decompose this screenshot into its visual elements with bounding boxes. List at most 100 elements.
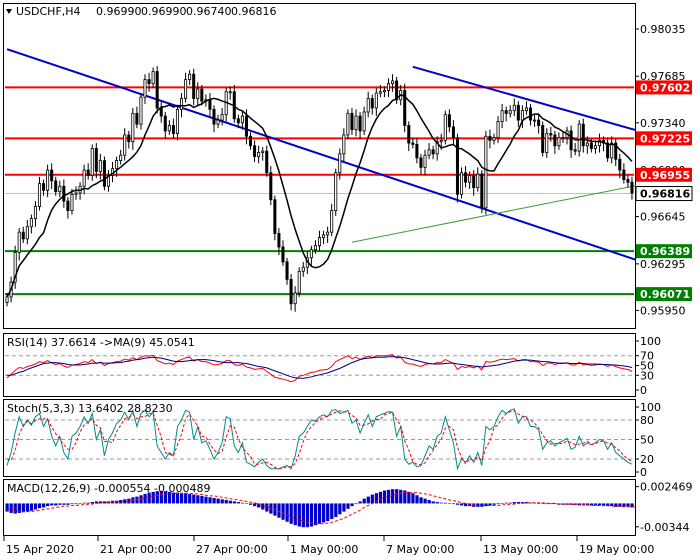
candle-bear — [573, 149, 577, 152]
macd-histogram-bar — [346, 503, 350, 509]
macd-histogram-bar — [281, 503, 285, 520]
macd-histogram-bar — [407, 491, 411, 504]
macd-histogram-bar — [500, 503, 504, 504]
macd-histogram-bar — [192, 494, 196, 504]
candle-bear — [581, 123, 585, 147]
candle-bear — [21, 231, 25, 240]
time-tick-label: 19 May 00:00 — [579, 543, 654, 556]
candle-bear — [208, 99, 212, 110]
macd-histogram-bar — [391, 489, 395, 504]
macd-histogram-bar — [285, 503, 289, 522]
candle-bull — [484, 135, 488, 209]
ohlc-low: 0.96740 — [186, 5, 232, 18]
candle-bear — [62, 185, 66, 202]
candle-bull — [175, 108, 179, 135]
macd-histogram-bar — [29, 503, 34, 511]
candle-bull — [70, 193, 74, 211]
candle-bull — [46, 169, 50, 191]
macd-histogram-bar — [200, 495, 204, 504]
candle-bull — [33, 206, 37, 220]
candle-bear — [472, 175, 476, 188]
candle-bear — [66, 200, 70, 211]
macd-histogram-bar — [415, 495, 419, 504]
candle-bull — [557, 137, 561, 147]
candle-bear — [626, 179, 630, 183]
candle-bear — [370, 98, 374, 109]
macd-histogram-bar — [33, 503, 38, 510]
macd-histogram-bar — [78, 503, 82, 504]
candle-bear — [127, 134, 131, 143]
candle-bear — [200, 88, 204, 102]
candle-bull — [17, 231, 21, 253]
macd-histogram-bar — [244, 503, 249, 504]
macd-histogram-bar — [139, 495, 143, 504]
macd-tick-label: -0.00344 — [640, 521, 689, 534]
price-panel[interactable] — [3, 3, 636, 329]
candle-bull — [500, 110, 504, 122]
trading-chart-window[interactable]: 0.980350.976850.973400.969900.966450.962… — [0, 0, 700, 560]
candle-bull — [240, 115, 244, 124]
candle-bear — [618, 158, 622, 171]
macd-histogram-bar — [70, 503, 74, 505]
candle-bear — [163, 115, 167, 132]
stoch-tick-label: 20 — [640, 453, 654, 466]
macd-histogram-bar — [236, 502, 241, 504]
candle-bear — [277, 233, 281, 248]
candle-bull — [577, 123, 581, 152]
current-price-label: 0.96816 — [640, 188, 690, 201]
macd-histogram-bar — [66, 503, 70, 505]
macd-histogram-bar — [212, 497, 216, 504]
candle-bear — [480, 173, 484, 209]
macd-histogram-bar — [439, 502, 443, 504]
stoch-tick-label: 100 — [640, 401, 661, 414]
macd-histogram-bar — [313, 503, 318, 526]
candle-bull — [188, 73, 192, 80]
candle-bear — [549, 133, 553, 136]
macd-histogram-bar — [419, 497, 423, 504]
macd-histogram-bar — [338, 503, 342, 515]
candle-bull — [139, 96, 143, 125]
candle-bull — [297, 270, 301, 294]
macd-histogram-bar — [248, 503, 253, 505]
level-price-label: 0.97225 — [640, 132, 690, 145]
macd-histogram-bar — [228, 500, 232, 504]
macd-histogram-bar — [188, 493, 192, 504]
candle-bear — [541, 125, 545, 153]
macd-histogram-bar — [5, 503, 9, 512]
macd-histogram-bar — [293, 503, 297, 526]
level-price-label: 0.96071 — [640, 288, 690, 301]
macd-histogram-bar — [253, 503, 257, 507]
candle-bear — [273, 199, 277, 234]
candle-bull — [545, 133, 549, 153]
candle-bull — [338, 153, 342, 174]
macd-histogram-bar — [9, 503, 13, 513]
candle-bear — [171, 125, 175, 134]
macd-histogram-bar — [265, 503, 269, 512]
candle-bear — [248, 135, 253, 147]
macd-histogram-bar — [366, 496, 370, 504]
candle-bull — [362, 111, 366, 132]
candle-bear — [135, 112, 139, 125]
candle-bear — [269, 172, 273, 201]
candle-bull — [301, 266, 305, 272]
macd-histogram-bar — [382, 490, 387, 504]
price-tick-label: 0.96295 — [640, 258, 686, 271]
candle-bull — [468, 175, 472, 183]
candle-bull — [216, 119, 220, 125]
macd-histogram-bar — [464, 503, 468, 507]
rsi-title: RSI(14) 37.6614 ->MA(9) 45.0541 — [7, 336, 195, 349]
time-tick-label: 7 May 00:00 — [386, 543, 454, 556]
candle-bull — [334, 172, 338, 211]
rsi-tick-label: 30 — [640, 369, 654, 382]
level-price-label: 0.97602 — [640, 81, 690, 94]
chart-canvas[interactable]: 0.980350.976850.973400.969900.966450.962… — [0, 0, 700, 560]
price-tick-label: 0.98035 — [640, 23, 686, 36]
macd-histogram-bar — [541, 503, 545, 504]
candle-bull — [313, 245, 317, 251]
macd-histogram-bar — [370, 494, 374, 504]
macd-histogram-bar — [196, 495, 200, 504]
macd-title: MACD(12,26,9) -0.000554 -0.000489 — [7, 482, 210, 495]
macd-histogram-bar — [37, 503, 42, 509]
candle-bull — [386, 83, 391, 91]
macd-histogram-bar — [54, 503, 58, 506]
